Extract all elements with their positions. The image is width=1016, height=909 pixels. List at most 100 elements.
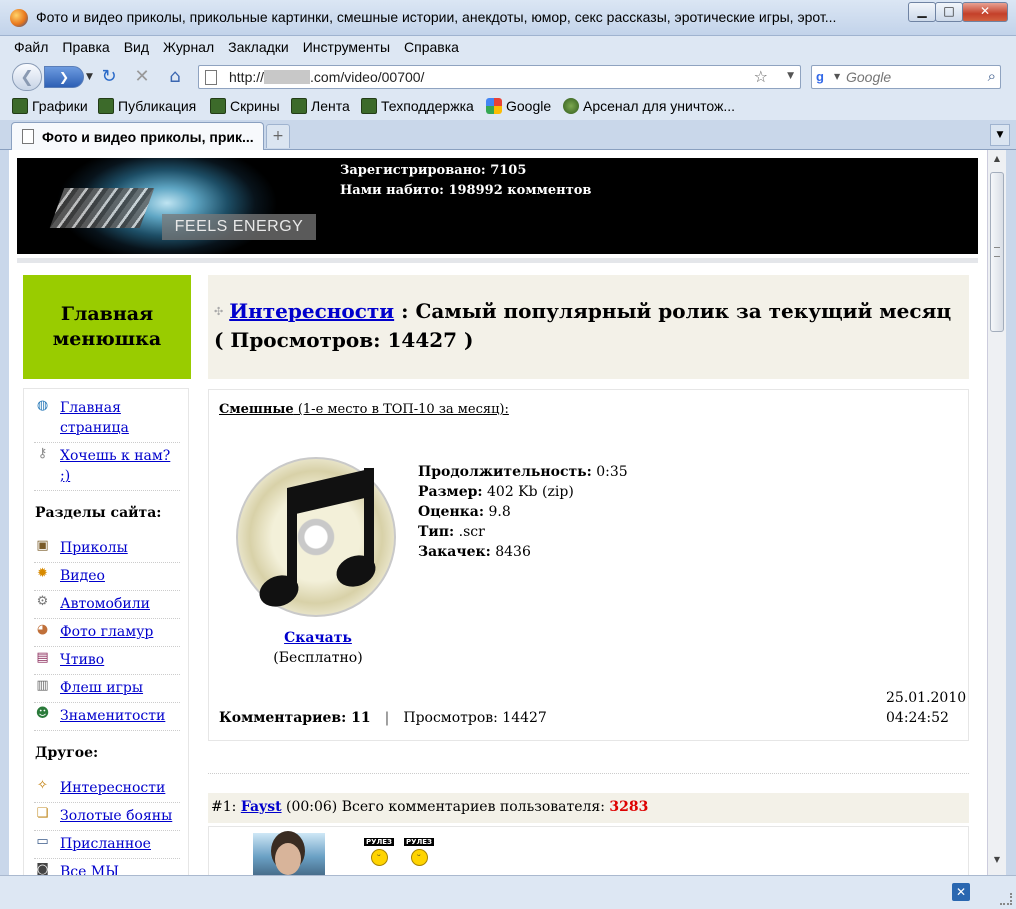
addon-status-icon[interactable]: ✕: [952, 883, 970, 901]
menu-bookmarks[interactable]: Закладки: [219, 36, 294, 55]
back-forward-group: ❮ ❯ ▼: [12, 63, 93, 91]
sidebar-item-label[interactable]: Автомобили: [60, 594, 150, 614]
menu-help[interactable]: Справка: [395, 36, 464, 55]
window-title: Фото и видео приколы, прикольные картинк…: [36, 9, 837, 25]
rulez-tag: РУЛЕЗ: [363, 838, 395, 846]
picture-icon: ▣: [36, 538, 49, 553]
sidebar-item-flash-games[interactable]: ▥ Флеш игры: [34, 675, 180, 703]
window-controls: ▁ □ ✕: [908, 2, 1008, 22]
spec-value: .scr: [454, 524, 485, 540]
url-text[interactable]: http:// .com/video/00700/: [229, 69, 424, 85]
maximize-button[interactable]: □: [935, 2, 963, 22]
main-content: ✣ Интересности : Самый популярный ролик з…: [208, 275, 969, 875]
menu-tools[interactable]: Инструменты: [294, 36, 395, 55]
sidebar-item-golden[interactable]: ❏ Золотые бояны: [34, 803, 180, 831]
forward-button[interactable]: ❯: [44, 66, 84, 88]
page-icon: [22, 129, 34, 144]
tab-strip: Фото и видео приколы, прик... + ▼: [0, 120, 1016, 150]
bookmark-icon: [361, 98, 377, 114]
bookmark-star-icon[interactable]: ☆: [754, 67, 768, 86]
sidebar-item-label[interactable]: Знаменитости: [60, 706, 165, 726]
comment-author-link[interactable]: Fayst: [241, 799, 282, 815]
search-icon[interactable]: ⌕: [988, 67, 996, 85]
magic-icon: ✧: [37, 778, 48, 793]
sidebar-item-label[interactable]: Чтиво: [60, 650, 104, 670]
sidebar-item-reading[interactable]: ▤ Чтиво: [34, 647, 180, 675]
bookmark-icon: [291, 98, 307, 114]
sidebar-item-label[interactable]: Флеш игры: [60, 678, 143, 698]
stop-icon[interactable]: ✕: [131, 66, 153, 88]
bookmark-icon: [98, 98, 114, 114]
bookmark-label: Лента: [311, 98, 350, 114]
avatar[interactable]: [253, 833, 325, 875]
bookmark-item[interactable]: Арсенал для уничтож...: [563, 98, 735, 114]
note-beam: [287, 467, 374, 516]
sidebar-item-cars[interactable]: ⚙ Автомобили: [34, 591, 180, 619]
sidebar-item-all-us[interactable]: ◙ Все МЫ: [34, 859, 180, 875]
book-icon: ▤: [36, 650, 49, 665]
title-bar: Фото и видео приколы, прикольные картинк…: [0, 0, 1016, 36]
sidebar-item-label[interactable]: Видео: [60, 566, 105, 586]
music-note-icon: [255, 467, 399, 618]
sidebar-item-home[interactable]: ◍ Главная страница: [34, 395, 180, 443]
bookmark-item[interactable]: Лента: [291, 98, 350, 114]
bookmark-item[interactable]: Графики: [12, 98, 88, 114]
main-menu-title: Главная менюшка: [23, 275, 191, 379]
bookmarks-bar: Графики Публикация Скрины Лента Техподде…: [0, 94, 1016, 120]
sidebar-item-sent[interactable]: ▭ Присланное: [34, 831, 180, 859]
bookmark-item[interactable]: Публикация: [98, 98, 196, 114]
bookmark-label: Публикация: [118, 98, 197, 114]
comment-number: #1:: [211, 799, 241, 815]
sidebar-item-glamour[interactable]: ◕ Фото гламур: [34, 619, 180, 647]
search-input[interactable]: [846, 68, 976, 86]
sidebar-item-label[interactable]: Хочешь к нам? ;): [60, 446, 180, 486]
lightbulb-logo: FEELS ENERGY: [17, 158, 332, 254]
menu-view[interactable]: Вид: [115, 36, 154, 55]
menu-edit[interactable]: Правка: [53, 36, 114, 55]
bookmark-item[interactable]: Google: [486, 98, 551, 114]
home-icon[interactable]: ⌂: [164, 66, 186, 88]
reload-icon[interactable]: ↻: [98, 66, 120, 88]
sidebar-item-label[interactable]: Главная страница: [60, 398, 180, 438]
tab-active[interactable]: Фото и видео приколы, прик...: [11, 122, 264, 150]
other-heading: Другое:: [35, 745, 99, 761]
sidebar-item-label[interactable]: Приколы: [60, 538, 128, 558]
back-button[interactable]: ❮: [12, 63, 42, 91]
dotted-divider: [208, 773, 969, 774]
sidebar-item-label[interactable]: Все МЫ: [60, 862, 119, 875]
bookmark-item[interactable]: Техподдержка: [361, 98, 474, 114]
download-link[interactable]: Скачать: [284, 630, 352, 646]
sidebar-item-join[interactable]: ⚷ Хочешь к нам? ;): [34, 443, 180, 491]
comment-header: #1: Fayst (00:06) Всего комментариев пол…: [208, 793, 969, 823]
resize-grip[interactable]: [1000, 893, 1012, 905]
sidebar-item-interesting[interactable]: ✧ Интересности: [34, 775, 180, 803]
close-button[interactable]: ✕: [962, 2, 1008, 22]
scroll-thumb[interactable]: [990, 172, 1004, 332]
engine-dropdown-icon[interactable]: ▼: [834, 72, 840, 81]
url-prefix: http://: [229, 69, 265, 85]
address-bar[interactable]: http:// .com/video/00700/ ☆ ▼: [198, 65, 801, 89]
sidebar-item-label[interactable]: Присланное: [60, 834, 151, 854]
url-dropdown-icon[interactable]: ▼: [787, 71, 794, 81]
menu-file[interactable]: Файл: [0, 36, 53, 55]
header-divider: [17, 258, 978, 263]
bookmark-item[interactable]: Скрины: [210, 98, 280, 114]
sidebar-item-video[interactable]: ✹ Видео: [34, 563, 180, 591]
minimize-button[interactable]: ▁: [908, 2, 936, 22]
sidebar-item-label[interactable]: Фото гламур: [60, 622, 153, 642]
download-block: Скачать (Бесплатно): [253, 628, 383, 668]
sidebar-item-label[interactable]: Интересности: [60, 778, 165, 798]
sidebar-item-label[interactable]: Золотые бояны: [60, 806, 172, 826]
tab-list-dropdown-icon[interactable]: ▼: [990, 124, 1010, 146]
google-engine-icon[interactable]: g: [816, 69, 832, 85]
menu-history[interactable]: Журнал: [154, 36, 219, 55]
history-dropdown-icon[interactable]: ▼: [86, 72, 93, 82]
vertical-scrollbar[interactable]: ▲ ▼: [987, 150, 1006, 875]
sidebar-item-celebrities[interactable]: ☻ Знаменитости: [34, 703, 180, 731]
category-link[interactable]: Интересности: [229, 299, 394, 323]
scroll-up-icon[interactable]: ▲: [990, 154, 1004, 170]
bulb-base: [49, 188, 155, 228]
new-tab-button[interactable]: +: [266, 124, 290, 148]
sidebar-item-jokes[interactable]: ▣ Приколы: [34, 535, 180, 563]
scroll-down-icon[interactable]: ▼: [990, 855, 1004, 871]
